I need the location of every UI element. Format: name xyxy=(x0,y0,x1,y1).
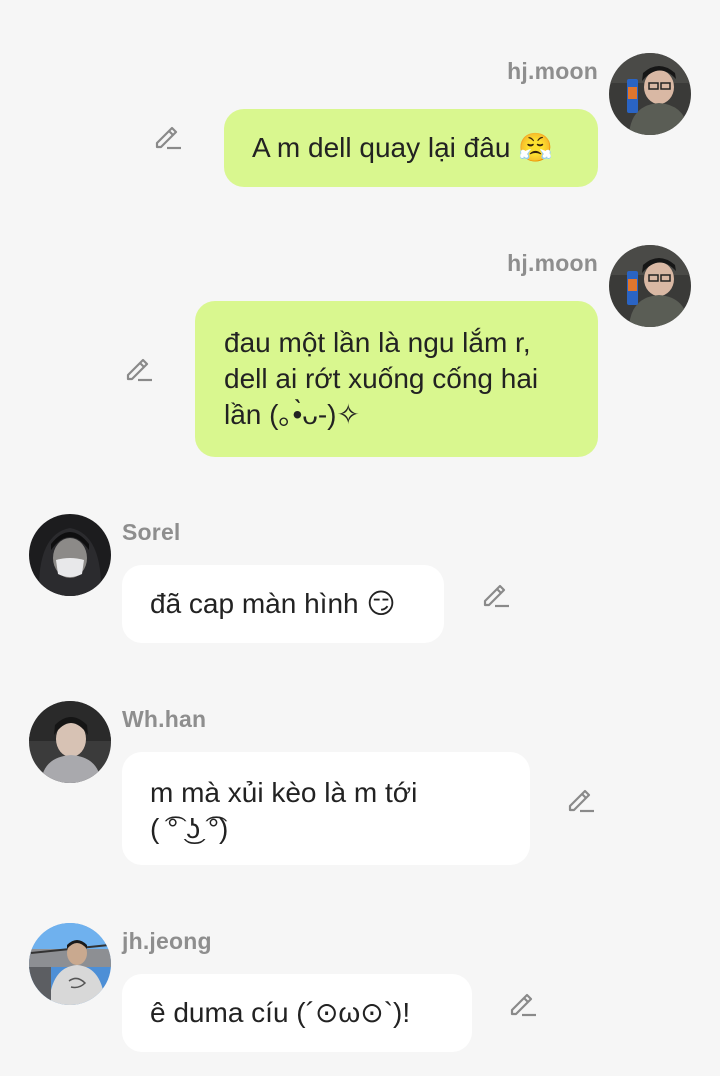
avatar-wh-han[interactable] xyxy=(29,701,111,783)
message-bubble[interactable]: đã cap màn hình 😏 xyxy=(122,565,444,643)
message-bubble[interactable]: đau một lần là ngu lắm r, dell ai rớt xu… xyxy=(195,301,598,457)
avatar-sorel[interactable] xyxy=(29,514,111,596)
pencil-icon[interactable] xyxy=(566,784,596,814)
avatar-hj-moon[interactable] xyxy=(609,53,691,135)
pencil-icon[interactable] xyxy=(124,353,154,383)
sender-name: Sorel xyxy=(122,519,181,545)
sender-name: hj.moon xyxy=(507,58,598,84)
message-bubble[interactable]: m mà xủi kèo là m tới ( ͡° ͜ʖ ͡°) xyxy=(122,752,530,865)
sender-name: jh.jeong xyxy=(122,928,212,954)
pencil-icon[interactable] xyxy=(481,579,511,609)
sender-name: Wh.han xyxy=(122,706,207,732)
message-bubble[interactable]: ê duma cíu (´⊙ω⊙`)! xyxy=(122,974,472,1052)
message-bubble[interactable]: A m dell quay lại đâu 😤 xyxy=(224,109,598,187)
pencil-icon[interactable] xyxy=(153,121,183,151)
avatar-jh-jeong[interactable] xyxy=(29,923,111,1005)
pencil-icon[interactable] xyxy=(508,988,538,1018)
sender-name: hj.moon xyxy=(507,250,598,276)
avatar-hj-moon[interactable] xyxy=(609,245,691,327)
